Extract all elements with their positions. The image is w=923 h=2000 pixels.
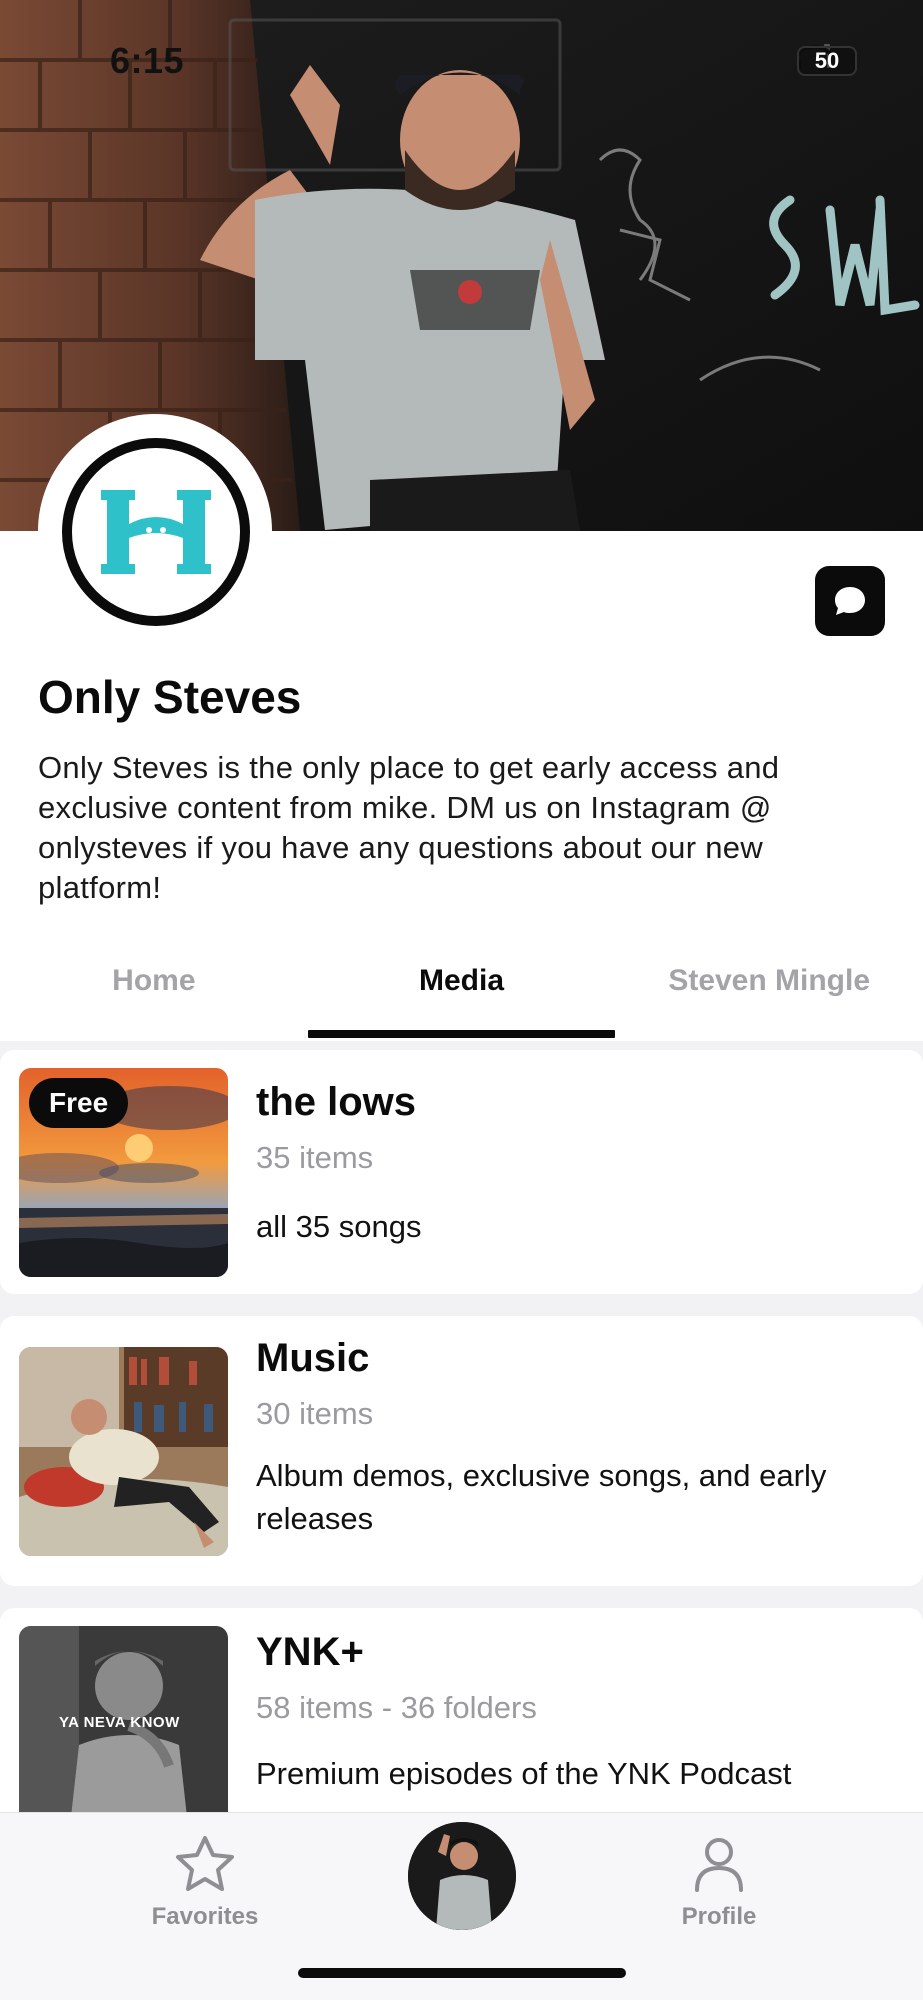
profile-tabs: Home Media Steven Mingle xyxy=(0,958,923,1040)
tab-media[interactable]: Media xyxy=(308,958,616,1040)
media-title: YNK+ xyxy=(256,1630,364,1674)
nav-favorites-label: Favorites xyxy=(151,1903,259,1930)
battery-icon: 50 xyxy=(797,46,857,76)
media-card-music[interactable]: Music 30 items Album demos, exclusive so… xyxy=(0,1316,923,1586)
media-count: 30 items xyxy=(256,1396,374,1431)
avatar xyxy=(408,1822,516,1930)
tab-home[interactable]: Home xyxy=(0,958,308,1040)
media-description: all 35 songs xyxy=(256,1209,422,1244)
media-thumbnail: Free xyxy=(19,1068,228,1277)
battery-level: 50 xyxy=(814,48,840,73)
status-icons: 50 xyxy=(797,44,857,78)
profile-name: Only Steves xyxy=(38,671,302,723)
active-tab-indicator xyxy=(308,1030,615,1038)
media-thumbnail: YA NEVA KNOW xyxy=(19,1626,228,1835)
home-indicator[interactable] xyxy=(298,1968,626,1978)
tab-steven-mingle[interactable]: Steven Mingle xyxy=(615,958,923,1040)
media-title: Music xyxy=(256,1336,370,1380)
star-icon xyxy=(176,1836,234,1891)
message-button[interactable] xyxy=(815,566,885,636)
nav-profile-label: Profile xyxy=(681,1903,757,1930)
nav-center-avatar[interactable] xyxy=(408,1822,516,1930)
creator-logo-icon[interactable] xyxy=(62,438,250,626)
status-time: 6:15 xyxy=(110,40,185,81)
media-thumbnail xyxy=(19,1347,228,1556)
music-thumbnail-image xyxy=(19,1347,228,1556)
app-screen: 6:15 50 Only Steves Only Steves is the o… xyxy=(0,0,923,2000)
profile-bio: Only Steves is the only place to get ear… xyxy=(38,750,780,905)
thumbnail-caption: YA NEVA KNOW xyxy=(59,1714,180,1731)
media-title: the lows xyxy=(256,1080,417,1124)
media-description: Album demos, exclusive songs, and early … xyxy=(256,1458,827,1536)
nav-favorites[interactable]: Favorites xyxy=(140,1834,270,1931)
person-icon xyxy=(695,1838,743,1892)
media-description: Premium episodes of the YNK Podcast xyxy=(256,1756,792,1791)
media-count: 35 items xyxy=(256,1140,374,1175)
media-card-the-lows[interactable]: Free the lows 35 items all 35 songs xyxy=(0,1050,923,1294)
chat-bubble-icon xyxy=(835,587,865,615)
free-badge: Free xyxy=(29,1078,129,1128)
media-count: 58 items - 36 folders xyxy=(256,1690,537,1725)
logo-h-mark xyxy=(101,490,211,574)
nav-profile[interactable]: Profile xyxy=(654,1834,784,1931)
